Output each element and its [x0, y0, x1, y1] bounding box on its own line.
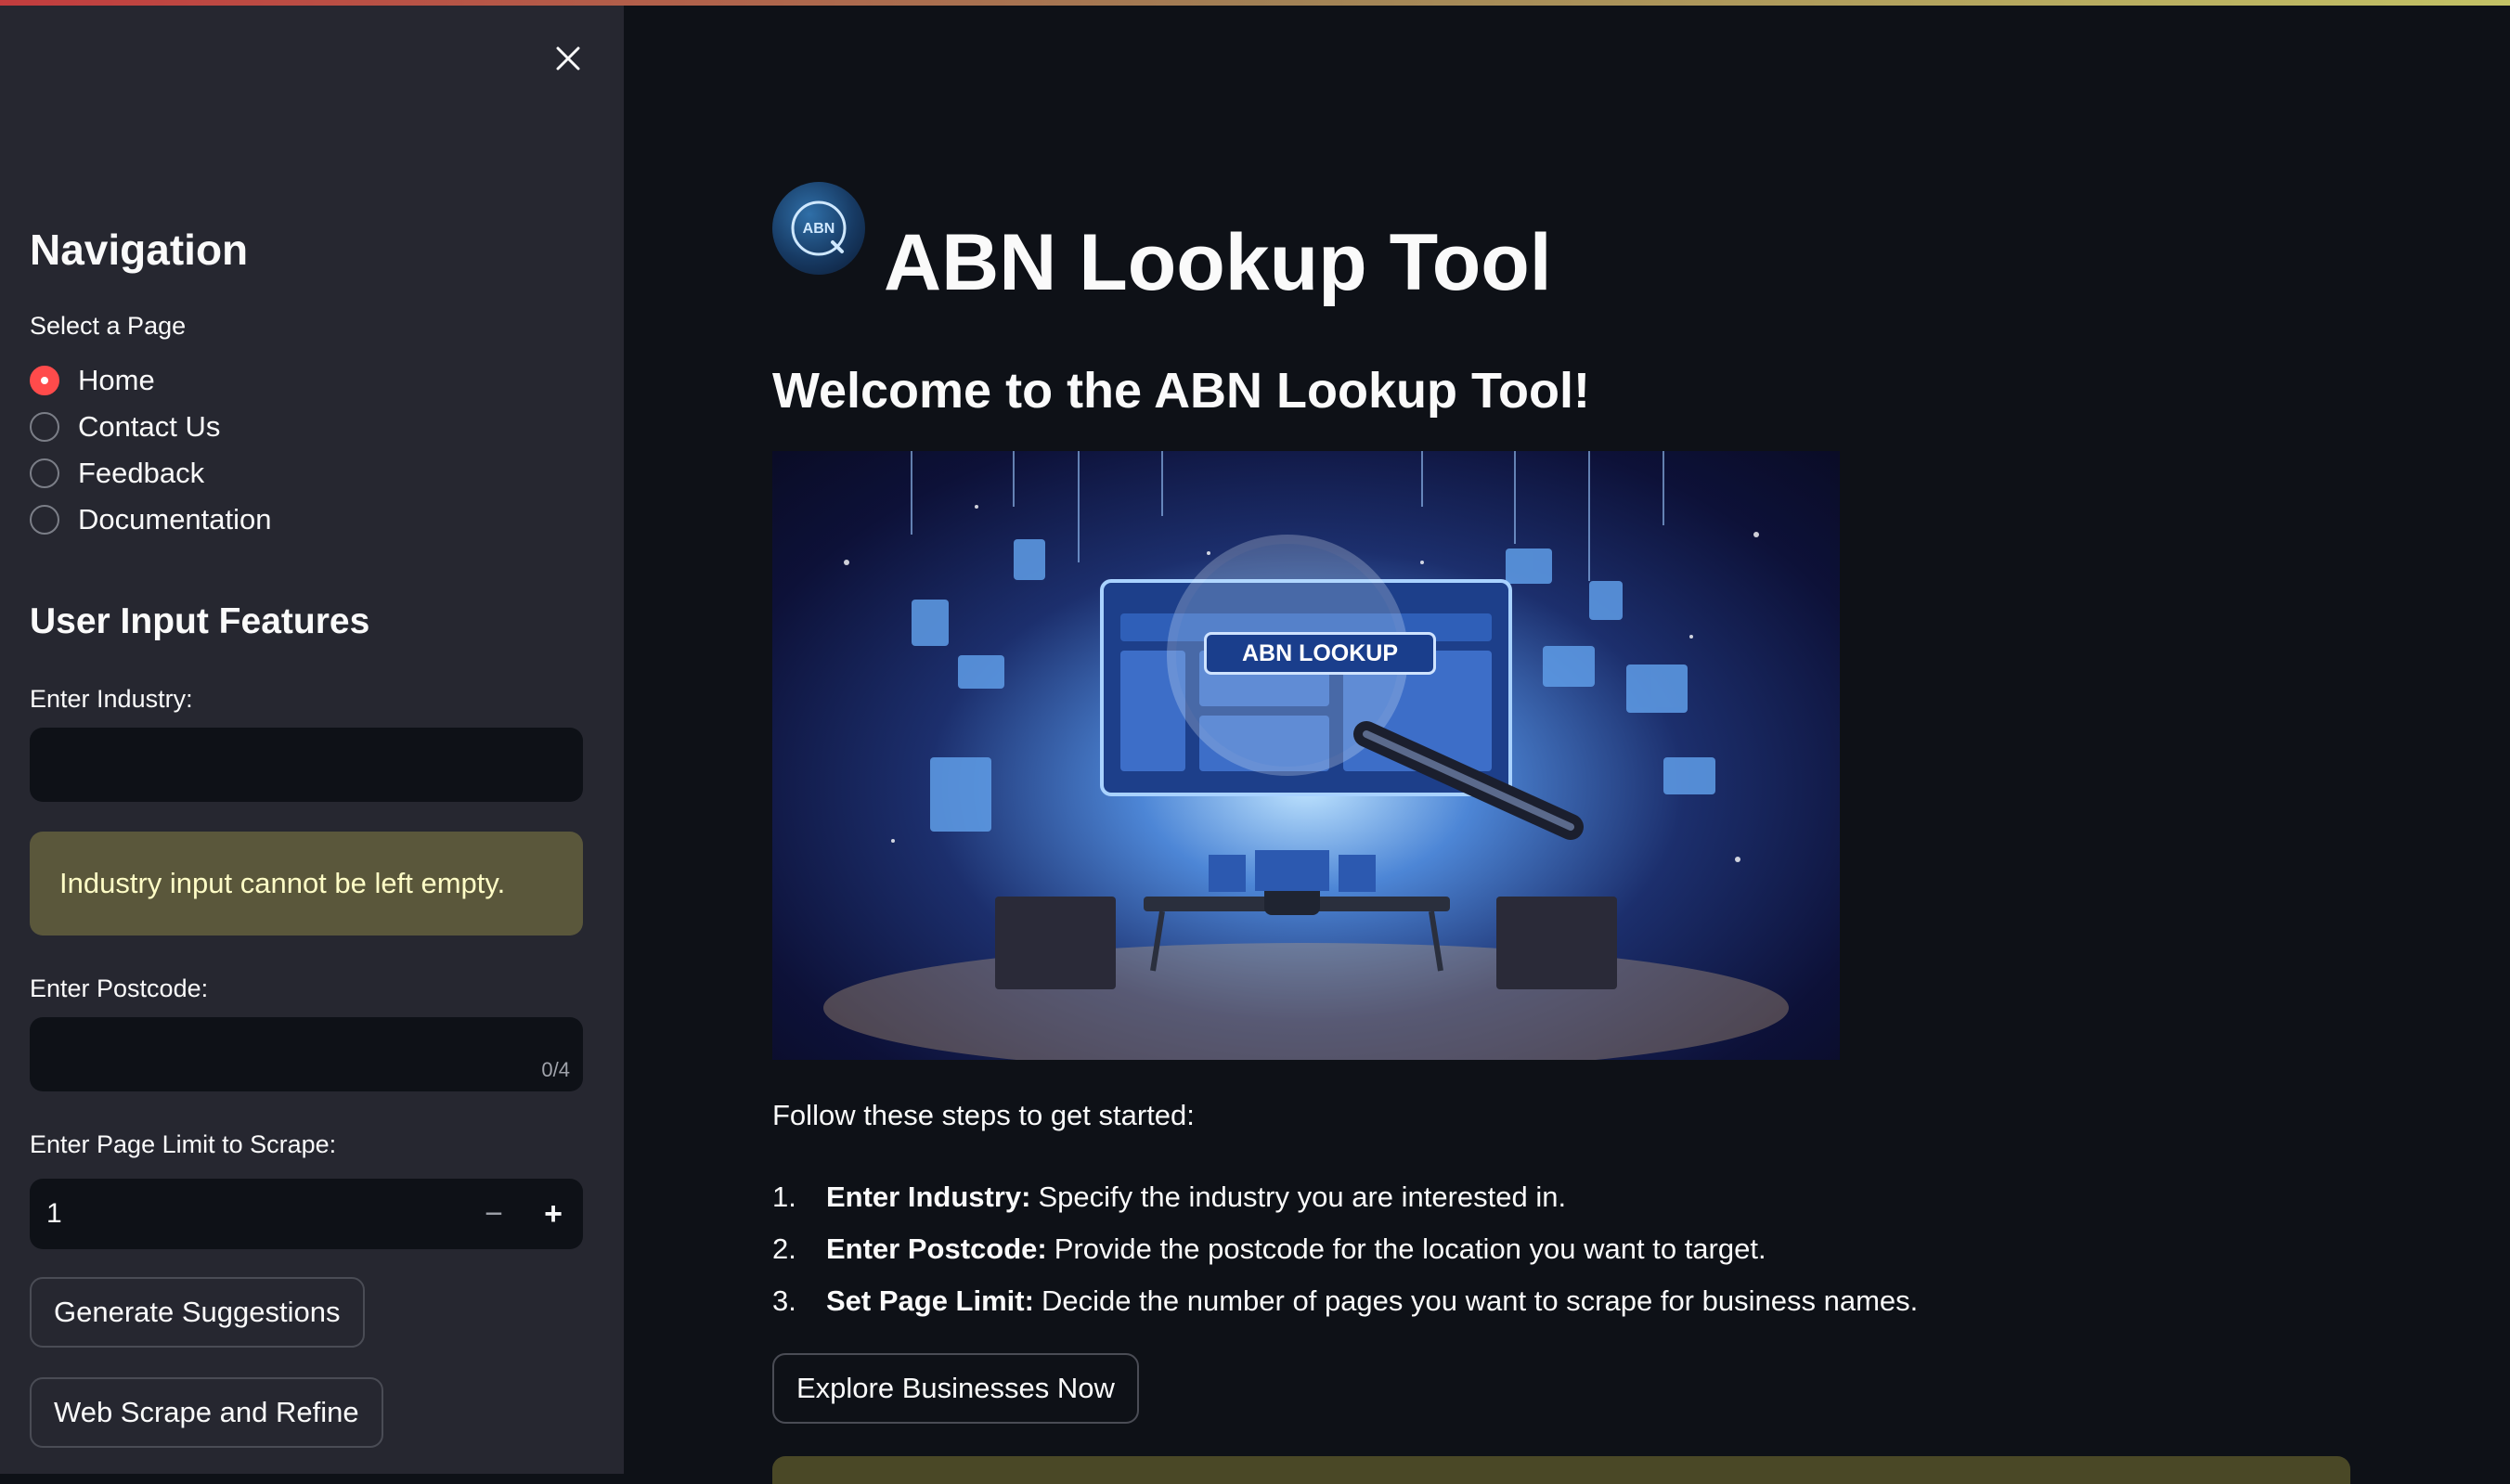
radio-indicator-checked[interactable] — [30, 366, 59, 395]
step-number: 3. — [772, 1284, 796, 1317]
industry-label: Enter Industry: — [30, 685, 193, 713]
hero-image: ABN LOOKUP — [772, 451, 1840, 1060]
industry-warning: Industry input cannot be left empty. — [30, 832, 583, 936]
step-text: Provide the postcode for the location yo… — [1054, 1232, 1766, 1265]
plus-icon: + — [544, 1195, 563, 1232]
abn-logo-icon: ABN — [772, 182, 865, 275]
radio-home[interactable]: Home — [30, 360, 155, 401]
radio-feedback[interactable]: Feedback — [30, 453, 204, 494]
generate-suggestions-button[interactable]: Generate Suggestions — [30, 1277, 365, 1348]
page-limit-stepper: 1 − + — [30, 1179, 583, 1249]
steps-intro: Follow these steps to get started: — [772, 1099, 1195, 1131]
step-text: Decide the number of pages you want to s… — [1041, 1284, 1919, 1317]
list-item: 2. Enter Postcode: Provide the postcode … — [772, 1232, 1766, 1266]
sidebar: Navigation Select a Page Home Contact Us… — [0, 6, 624, 1474]
close-icon — [556, 46, 580, 71]
hero-illustration — [823, 451, 1789, 1060]
page-title: ABN Lookup Tool — [884, 218, 1552, 307]
logo-text: ABN — [803, 221, 835, 237]
decrement-button[interactable]: − — [464, 1179, 524, 1249]
web-scrape-button[interactable]: Web Scrape and Refine — [30, 1377, 383, 1448]
explore-businesses-button[interactable]: Explore Businesses Now — [772, 1353, 1139, 1424]
radio-documentation[interactable]: Documentation — [30, 499, 272, 540]
select-page-label: Select a Page — [30, 312, 187, 340]
step-title: Enter Postcode: — [826, 1232, 1047, 1265]
step-number: 2. — [772, 1232, 796, 1265]
list-item: 3. Set Page Limit: Decide the number of … — [772, 1284, 1918, 1318]
postcode-field: 0/4 — [30, 1017, 583, 1091]
postcode-label: Enter Postcode: — [30, 974, 209, 1002]
main-content: ABN ABN Lookup Tool Welcome to the ABN L… — [624, 6, 2510, 1484]
list-item: 1. Enter Industry: Specify the industry … — [772, 1181, 1566, 1214]
increment-button[interactable]: + — [524, 1179, 583, 1249]
radio-indicator[interactable] — [30, 412, 59, 442]
page-limit-input[interactable]: 1 — [30, 1198, 464, 1230]
page-limit-label: Enter Page Limit to Scrape: — [30, 1130, 337, 1158]
radio-contact-us[interactable]: Contact Us — [30, 406, 220, 447]
radio-label: Contact Us — [78, 410, 221, 443]
postcode-counter: 0/4 — [541, 1058, 570, 1081]
step-title: Set Page Limit: — [826, 1284, 1034, 1317]
postcode-input[interactable] — [30, 1017, 583, 1091]
step-number: 1. — [772, 1181, 796, 1213]
alert-banner — [772, 1456, 2350, 1484]
warning-text: Industry input cannot be left empty. — [59, 867, 506, 899]
welcome-heading: Welcome to the ABN Lookup Tool! — [772, 363, 1590, 419]
hero-caption: ABN LOOKUP — [1204, 632, 1436, 675]
radio-label: Feedback — [78, 457, 205, 489]
industry-input[interactable] — [30, 728, 583, 802]
radio-indicator[interactable] — [30, 505, 59, 535]
nav-heading: Navigation — [30, 226, 249, 274]
radio-label: Documentation — [78, 503, 272, 536]
step-title: Enter Industry: — [826, 1181, 1031, 1213]
features-heading: User Input Features — [30, 601, 370, 641]
close-sidebar-button[interactable] — [549, 39, 588, 78]
step-text: Specify the industry you are interested … — [1038, 1181, 1567, 1213]
radio-label: Home — [78, 364, 155, 396]
minus-icon: − — [485, 1195, 503, 1232]
radio-indicator[interactable] — [30, 458, 59, 488]
